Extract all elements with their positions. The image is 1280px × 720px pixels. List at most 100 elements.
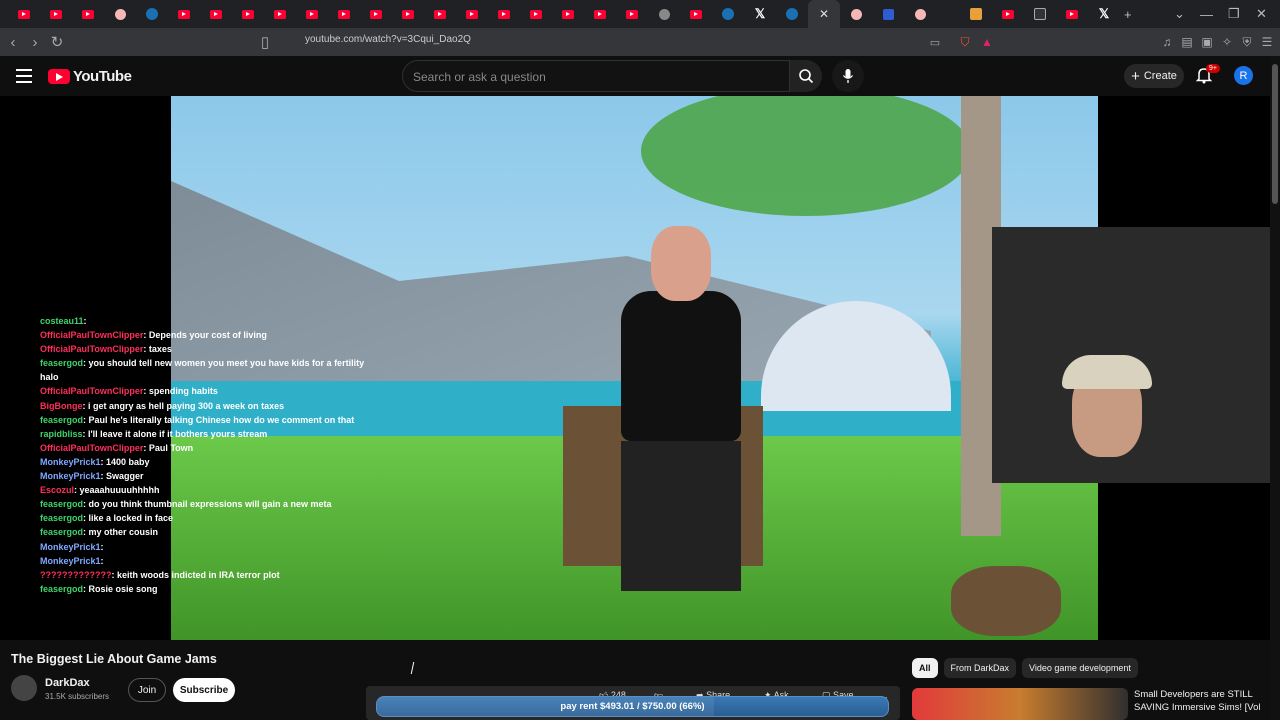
search-button[interactable] [790, 60, 822, 92]
filter-chip[interactable]: From DarkDax [943, 658, 1017, 678]
video-title: The Biggest Lie About Game Jams [11, 652, 217, 666]
browser-tab[interactable] [960, 0, 992, 28]
youtube-icon [82, 9, 94, 19]
browser-tab[interactable] [616, 0, 648, 28]
reload-icon[interactable]: ↻ [46, 33, 68, 51]
browser-tab[interactable] [872, 0, 904, 28]
hamburger-menu-icon[interactable] [16, 69, 32, 83]
join-button[interactable]: Join [128, 678, 166, 702]
browser-tab[interactable] [168, 0, 200, 28]
browser-tab[interactable]: 𝕏 [1088, 0, 1120, 28]
restore-icon[interactable]: ❐ [1228, 0, 1240, 28]
youtube-icon [370, 9, 382, 19]
sidebar-icon[interactable]: ▤ [1176, 35, 1198, 49]
chat-username: feasergod [40, 583, 84, 594]
browser-tab[interactable] [992, 0, 1024, 28]
bookmark-icon[interactable]: ▯ [254, 33, 276, 51]
channel-name[interactable]: DarkDax [45, 677, 90, 689]
vpn-icon[interactable]: ⛨ [1236, 35, 1258, 50]
browser-tab[interactable] [680, 0, 712, 28]
youtube-icon [594, 9, 606, 19]
screen-icon[interactable]: ▭ [924, 36, 946, 49]
browser-tab[interactable] [232, 0, 264, 28]
filter-chip[interactable]: All [912, 658, 938, 678]
browser-tab[interactable] [776, 0, 808, 28]
browser-tab[interactable] [456, 0, 488, 28]
account-avatar[interactable]: R [1234, 66, 1253, 85]
youtube-icon [690, 9, 702, 19]
browser-tab[interactable] [328, 0, 360, 28]
chat-text: you should tell new women you meet you h… [88, 358, 365, 369]
close-icon[interactable]: ✕ [819, 7, 829, 21]
chat-message: feasergod: like a locked in face [40, 513, 174, 524]
browser-tab[interactable] [264, 0, 296, 28]
chat-text: Rosie osie song [88, 583, 158, 594]
youtube-logo[interactable]: YouTube [48, 68, 132, 85]
browser-tab[interactable]: 𝕏 [744, 0, 776, 28]
youtube-icon [242, 9, 254, 19]
filter-chip[interactable]: Video game development [1022, 658, 1138, 678]
voice-search-button[interactable] [832, 60, 864, 92]
video-scene-tree [641, 96, 971, 216]
chat-text: taxes [148, 344, 172, 355]
channel-avatar[interactable] [11, 675, 37, 701]
browser-tab[interactable] [72, 0, 104, 28]
forward-icon[interactable]: › [24, 34, 46, 51]
subscribe-button[interactable]: Subscribe [173, 678, 235, 702]
browser-tab[interactable] [712, 0, 744, 28]
leo-icon[interactable]: ✧ [1216, 35, 1238, 49]
tab-search-icon[interactable]: ⌄ [1174, 0, 1185, 28]
window-close-icon[interactable]: ✕ [1256, 0, 1267, 28]
browser-tab[interactable] [392, 0, 424, 28]
chat-message: feasergod: my other cousin [40, 527, 159, 538]
browser-tab[interactable] [552, 0, 584, 28]
chat-message: halo [40, 370, 420, 384]
browser-tab[interactable] [904, 0, 936, 28]
new-tab-icon[interactable]: + [1124, 0, 1132, 28]
url-field[interactable]: youtube.com/watch?v=3Cqui_Dao2Q [305, 34, 471, 45]
browser-tab[interactable] [40, 0, 72, 28]
browser-tab[interactable] [648, 0, 680, 28]
browser-tab[interactable] [200, 0, 232, 28]
wallet-icon[interactable]: ▣ [1196, 35, 1218, 49]
browser-tab[interactable] [296, 0, 328, 28]
brave-shield-icon[interactable]: ⛉ [954, 35, 976, 50]
browser-tab[interactable] [1024, 0, 1056, 28]
browser-tab[interactable] [520, 0, 552, 28]
browser-tab[interactable] [840, 0, 872, 28]
recommendation-thumbnail[interactable] [912, 688, 1128, 720]
page-scrollbar[interactable] [1270, 56, 1280, 720]
brave-rewards-icon[interactable]: ▲ [976, 35, 998, 49]
youtube-play-icon [48, 69, 70, 84]
scrollbar-thumb[interactable] [1272, 64, 1278, 204]
minimize-icon[interactable]: — [1200, 0, 1213, 28]
browser-tab[interactable] [136, 0, 168, 28]
recommendation-title[interactable]: Small Developers are STILL SAVING Immers… [1134, 688, 1274, 714]
browser-tab[interactable] [488, 0, 520, 28]
music-icon[interactable]: ♫ [1156, 35, 1178, 49]
chat-username: BigBonge [40, 400, 83, 411]
browser-tab[interactable] [8, 0, 40, 28]
create-button[interactable]: + Create [1124, 64, 1184, 88]
chat-username: costeau11 [40, 316, 84, 326]
back-icon[interactable]: ‹ [2, 34, 24, 51]
browser-tab[interactable] [584, 0, 616, 28]
browser-tab[interactable] [360, 0, 392, 28]
chat-text: Swagger [106, 471, 144, 482]
browser-tab[interactable] [1056, 0, 1088, 28]
youtube-icon [50, 9, 62, 19]
site-icon [850, 8, 862, 20]
search-input[interactable]: Search or ask a question [402, 60, 790, 92]
subscriber-count: 31.5K subscribers [45, 692, 110, 701]
chat-text: i get angry as hell paying 300 a week on… [88, 400, 285, 411]
browser-tab[interactable] [104, 0, 136, 28]
youtube-icon [1066, 9, 1078, 19]
site-icon [114, 8, 126, 20]
chat-username: feasergod [40, 499, 84, 510]
browser-tab[interactable] [424, 0, 456, 28]
youtube-icon [1002, 9, 1014, 19]
site-icon [970, 8, 982, 20]
menu-icon[interactable]: ☰ [1256, 35, 1278, 49]
video-player[interactable]: costeau11: OfficialPaulTownClipper: Depe… [0, 96, 1280, 640]
browser-tab-active[interactable]: ✕ [808, 0, 840, 28]
